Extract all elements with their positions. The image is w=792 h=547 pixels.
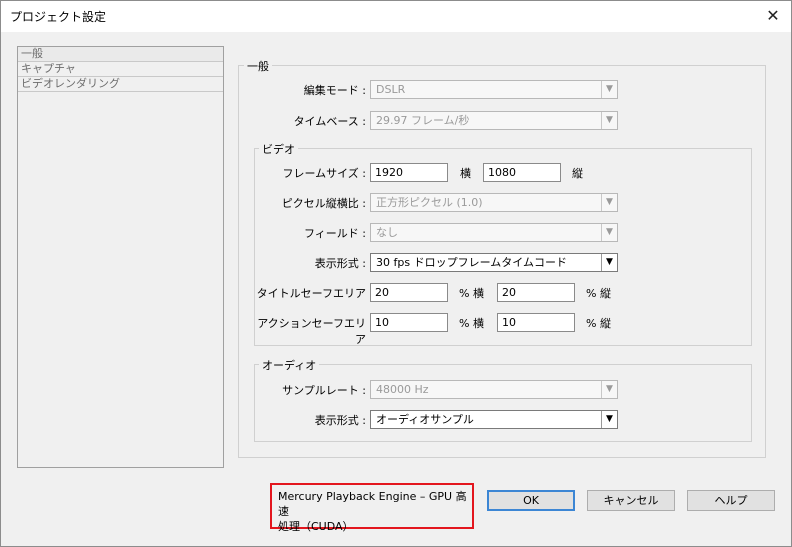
chevron-down-icon: ▼	[601, 194, 617, 211]
fields-select[interactable]: なし ▼	[370, 223, 618, 242]
audio-display-format-label: 表示形式 :	[314, 414, 366, 427]
ok-button[interactable]: OK	[487, 490, 575, 511]
action-safe-v-input[interactable]: 10	[497, 313, 575, 332]
title-safe-label: タイトルセーフエリア	[256, 287, 366, 300]
action-safe-h-unit: % 横	[459, 317, 484, 330]
title-safe-v-unit: % 縦	[586, 287, 611, 300]
chevron-down-icon: ▼	[601, 411, 617, 428]
audio-group	[254, 364, 752, 442]
action-safe-h-input[interactable]: 10	[370, 313, 448, 332]
action-safe-v-unit: % 縦	[586, 317, 611, 330]
playback-engine-line2: 処理（CUDA）	[278, 520, 354, 533]
frame-height-input[interactable]: 1080	[483, 163, 561, 182]
pixel-aspect-select[interactable]: 正方形ピクセル (1.0) ▼	[370, 193, 618, 212]
playback-engine-info: Mercury Playback Engine – GPU 高速 処理（CUDA…	[270, 483, 474, 533]
video-display-format-label: 表示形式 :	[314, 257, 366, 270]
chevron-down-icon: ▼	[601, 254, 617, 271]
fields-value: なし	[376, 226, 398, 239]
sample-rate-label: サンプルレート :	[282, 384, 366, 397]
sample-rate-value: 48000 Hz	[376, 383, 429, 396]
pixel-aspect-value: 正方形ピクセル (1.0)	[376, 196, 483, 209]
close-icon[interactable]: ✕	[760, 4, 786, 28]
chevron-down-icon: ▼	[601, 81, 617, 98]
timebase-value: 29.97 フレーム/秒	[376, 114, 470, 127]
chevron-down-icon: ▼	[601, 381, 617, 398]
frame-width-unit: 横	[460, 167, 471, 180]
frame-size-label: フレームサイズ :	[282, 167, 366, 180]
pixel-aspect-label: ピクセル縦横比 :	[281, 197, 366, 210]
title-bar: プロジェクト設定 ✕	[0, 0, 792, 32]
audio-display-format-select[interactable]: オーディオサンプル ▼	[370, 410, 618, 429]
category-capture[interactable]: キャプチャ	[18, 62, 223, 77]
action-safe-label: アクションセーフエリア	[257, 317, 366, 346]
window-title: プロジェクト設定	[10, 10, 107, 24]
frame-width-input[interactable]: 1920	[370, 163, 448, 182]
audio-heading: オーディオ	[259, 357, 320, 373]
title-safe-h-input[interactable]: 20	[370, 283, 448, 302]
help-button[interactable]: ヘルプ	[687, 490, 775, 511]
settings-category-list: 一般 キャプチャ ビデオレンダリング	[17, 46, 224, 468]
frame-height-unit: 縦	[572, 167, 583, 180]
general-heading: 一般	[244, 58, 272, 74]
video-display-format-value: 30 fps ドロップフレームタイムコード	[376, 256, 568, 269]
video-display-format-select[interactable]: 30 fps ドロップフレームタイムコード ▼	[370, 253, 618, 272]
video-heading: ビデオ	[259, 141, 298, 157]
timebase-select[interactable]: 29.97 フレーム/秒 ▼	[370, 111, 618, 130]
fields-label: フィールド :	[304, 227, 366, 240]
cancel-button[interactable]: キャンセル	[587, 490, 675, 511]
audio-display-format-value: オーディオサンプル	[376, 413, 474, 426]
chevron-down-icon: ▼	[601, 224, 617, 241]
edit-mode-value: DSLR	[376, 83, 406, 96]
title-safe-v-input[interactable]: 20	[497, 283, 575, 302]
playback-engine-line1: Mercury Playback Engine – GPU 高速	[278, 490, 467, 518]
chevron-down-icon: ▼	[601, 112, 617, 129]
title-safe-h-unit: % 横	[459, 287, 484, 300]
edit-mode-label: 編集モード :	[303, 84, 366, 97]
category-general[interactable]: 一般	[18, 47, 223, 62]
sample-rate-select[interactable]: 48000 Hz ▼	[370, 380, 618, 399]
timebase-label: タイムベース :	[293, 115, 366, 128]
category-video-rendering[interactable]: ビデオレンダリング	[18, 77, 223, 92]
edit-mode-select[interactable]: DSLR ▼	[370, 80, 618, 99]
